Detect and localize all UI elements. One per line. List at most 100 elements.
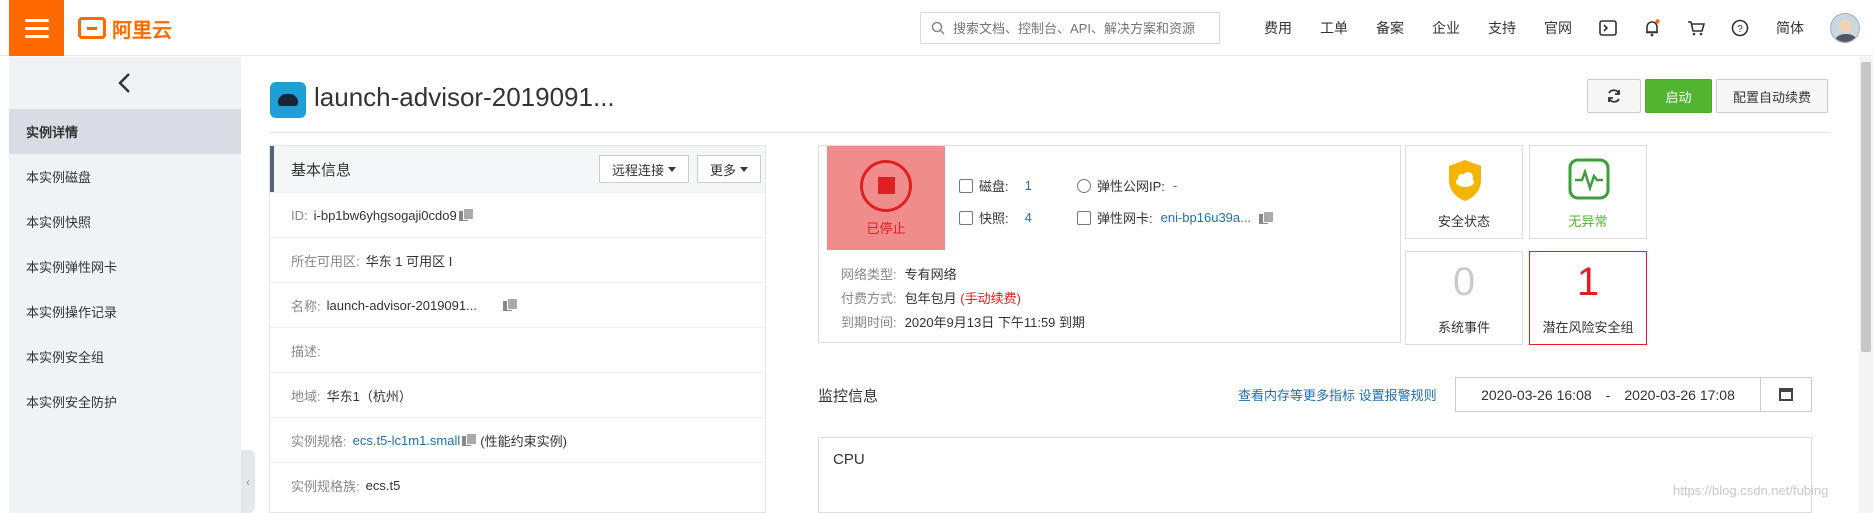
stop-icon [860, 159, 912, 212]
action-buttons: 启动 配置自动续费 [1587, 79, 1829, 113]
stopped-status: 已停止 [827, 146, 945, 250]
sidebar-collapse-icon[interactable]: ‹ [241, 450, 255, 513]
network-type-value: 专有网络 [904, 267, 957, 282]
sidebar-item-snapshots[interactable]: 本实例快照 [9, 199, 241, 244]
back-chevron-icon[interactable] [9, 57, 241, 109]
info-key: 地域: [291, 388, 321, 404]
calendar-icon [1779, 388, 1793, 401]
bell-icon[interactable] [1630, 0, 1674, 56]
page-title: launch-advisor-2019091... [314, 82, 615, 112]
info-value: i-bp1bw6yhgsogaji0cdo9 [313, 207, 457, 223]
date-from: 2020-03-26 16:08 [1481, 386, 1592, 403]
eni-summary: 弹性网卡: eni-bp16u39a... [1077, 208, 1274, 227]
info-row-instance-family: 实例规格族: ecs.t5 [270, 462, 765, 507]
date-range-picker[interactable]: 2020-03-26 16:08 - 2020-03-26 17:08 [1455, 377, 1761, 412]
svg-text:?: ? [1737, 24, 1743, 35]
refresh-button[interactable] [1587, 79, 1641, 113]
watermark: https://blog.csdn.net/fubing [1673, 483, 1829, 498]
health-card[interactable]: 无异常 [1529, 145, 1647, 239]
nav-fees[interactable]: 费用 [1250, 18, 1306, 38]
aliyun-logo-icon [78, 17, 106, 39]
eni-label: 弹性网卡: [1097, 211, 1153, 226]
chevron-down-icon [740, 166, 748, 172]
cart-icon[interactable] [1674, 0, 1718, 56]
system-events-label: 系统事件 [1437, 320, 1490, 335]
monitor-links[interactable]: 查看内存等更多指标 设置报警规则 [1238, 385, 1437, 404]
more-button[interactable]: 更多 [696, 155, 761, 183]
calendar-button[interactable] [1761, 377, 1812, 412]
monitor-title: 监控信息 [818, 388, 879, 405]
search-box[interactable] [920, 12, 1220, 44]
more-label: 更多 [709, 162, 736, 178]
network-type-key: 网络类型: [841, 267, 897, 282]
info-key: ID: [291, 207, 308, 223]
sidebar-item-operation-log[interactable]: 本实例操作记录 [9, 289, 241, 334]
avatar[interactable] [1830, 13, 1860, 43]
eip-value: - [1172, 178, 1178, 193]
snapshot-count[interactable]: 4 [1025, 210, 1032, 225]
sidebar-item-instance-details[interactable]: 实例详情 [9, 109, 241, 154]
nav-enterprise[interactable]: 企业 [1418, 18, 1474, 38]
start-button[interactable]: 启动 [1645, 79, 1712, 113]
status-text: 已停止 [866, 220, 906, 236]
expire-value: 2020年9月13日 下午11:59 到期 [904, 315, 1086, 330]
pulse-icon [1568, 158, 1610, 200]
basic-info-panel: 基本信息 远程连接 更多 ID: i-bp1bw6yhgsogaji0cdo9 … [269, 145, 766, 513]
terminal-icon[interactable] [1586, 0, 1630, 56]
info-row-instance-type: 实例规格: ecs.t5-lc1m1.small (性能约束实例) [270, 417, 765, 462]
nav-official-site[interactable]: 官网 [1530, 18, 1586, 38]
snapshot-label: 快照: [979, 211, 1009, 226]
cpu-label: CPU [833, 451, 865, 468]
instance-status-panel: 已停止 磁盘: 1 快照: 4 弹性公网IP: - 弹性网卡: eni-bp16… [818, 145, 1401, 343]
cpu-chart-panel: CPU [818, 437, 1812, 513]
billing-note: (手动续费) [960, 291, 1021, 306]
search-icon [931, 21, 945, 35]
edit-icon[interactable] [502, 298, 518, 312]
risk-count: 1 [1576, 260, 1600, 304]
risk-security-group-card[interactable]: 1 潜在风险安全组 [1529, 251, 1647, 345]
brand-logo[interactable]: 阿里云 [78, 14, 172, 42]
disk-summary: 磁盘: 1 [959, 176, 1032, 195]
info-row-name: 名称: launch-advisor-2019091... [270, 282, 765, 327]
info-key: 描述: [291, 343, 321, 359]
eni-link[interactable]: eni-bp16u39a... [1161, 210, 1251, 225]
search-input[interactable] [953, 20, 1203, 36]
sidebar-item-security-groups[interactable]: 本实例安全组 [9, 334, 241, 379]
security-state-card[interactable]: 安全状态 [1405, 145, 1523, 239]
billing-key: 付费方式: [841, 291, 897, 306]
sidebar-item-eni[interactable]: 本实例弹性网卡 [9, 244, 241, 289]
health-label: 无异常 [1568, 214, 1608, 229]
disk-count[interactable]: 1 [1025, 178, 1032, 193]
info-value: 华东1（杭州） [326, 388, 412, 404]
sidebar: 实例详情 本实例磁盘 本实例快照 本实例弹性网卡 本实例操作记录 本实例安全组 … [9, 57, 241, 513]
copy-icon[interactable] [1258, 210, 1274, 225]
language-switch[interactable]: 简体 [1762, 18, 1818, 38]
info-key: 所在可用区: [291, 253, 360, 269]
scrollbar-thumb[interactable] [1861, 62, 1871, 352]
copy-icon[interactable] [458, 208, 474, 222]
nav-support[interactable]: 支持 [1474, 18, 1530, 38]
basic-info-title: 基本信息 [291, 161, 352, 179]
remote-connect-button[interactable]: 远程连接 [598, 155, 689, 183]
snapshot-icon [959, 210, 973, 225]
date-to: 2020-03-26 17:08 [1624, 386, 1735, 403]
menu-icon[interactable] [9, 0, 64, 56]
nav-icp[interactable]: 备案 [1362, 18, 1418, 38]
snapshot-summary: 快照: 4 [959, 208, 1032, 227]
nav-tickets[interactable]: 工单 [1306, 18, 1362, 38]
system-events-card[interactable]: 0 系统事件 [1405, 251, 1523, 345]
copy-icon[interactable] [462, 433, 478, 447]
billing-row: 付费方式: 包年包月 (手动续费) [841, 288, 1021, 307]
risk-label: 潜在风险安全组 [1542, 320, 1634, 335]
instance-type-link[interactable]: ecs.t5-lc1m1.small [353, 433, 461, 448]
expire-key: 到期时间: [841, 315, 897, 330]
auto-renew-button[interactable]: 配置自动续费 [1716, 79, 1829, 113]
sidebar-item-disks[interactable]: 本实例磁盘 [9, 154, 241, 199]
date-separator: - [1605, 386, 1611, 403]
help-icon[interactable]: ? [1718, 0, 1762, 56]
top-nav: 费用 工单 备案 企业 支持 官网 ? 简体 [1250, 0, 1818, 56]
sidebar-item-security-protection[interactable]: 本实例安全防护 [9, 379, 241, 424]
eip-label: 弹性公网IP: [1097, 179, 1165, 194]
disk-icon [959, 178, 973, 193]
refresh-icon [1608, 89, 1620, 103]
